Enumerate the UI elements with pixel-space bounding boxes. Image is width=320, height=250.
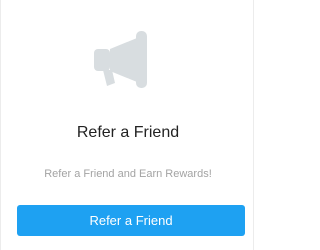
- refer-friend-button[interactable]: Refer a Friend: [17, 205, 245, 236]
- refer-friend-card: Refer a Friend Refer a Friend and Earn R…: [0, 0, 254, 250]
- card-subtitle: Refer a Friend and Earn Rewards!: [44, 168, 212, 180]
- megaphone-icon: [93, 30, 163, 88]
- card-title: Refer a Friend: [76, 124, 180, 141]
